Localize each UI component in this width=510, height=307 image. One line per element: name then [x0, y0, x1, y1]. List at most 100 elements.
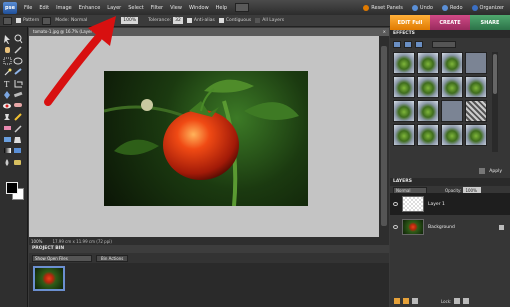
effect-thumbnail[interactable] — [393, 76, 415, 98]
zoom-tool-icon[interactable] — [14, 34, 23, 44]
spot-healing-tool-icon[interactable] — [14, 103, 22, 107]
effect-thumbnail[interactable] — [393, 124, 415, 146]
effect-thumbnail[interactable] — [417, 52, 439, 74]
clone-stamp-tool-icon[interactable] — [4, 114, 10, 120]
menu-help[interactable]: Help — [216, 5, 227, 11]
tolerance-label: Tolerance: — [148, 18, 172, 23]
layer-styles-icon[interactable] — [404, 40, 412, 48]
menu-view[interactable]: View — [170, 5, 182, 11]
app-logo[interactable]: pse — [3, 1, 17, 14]
type-tool-icon[interactable]: T — [4, 80, 10, 89]
menu-file[interactable]: File — [24, 5, 32, 11]
paint-bucket-tool-icon[interactable] — [14, 137, 21, 143]
layer-name: Background — [428, 224, 455, 230]
reset-icon — [363, 4, 370, 11]
eyedropper-tool-icon[interactable] — [14, 46, 22, 54]
apply-button[interactable]: Apply — [489, 169, 502, 174]
sponge-tool-icon[interactable] — [14, 160, 21, 165]
lasso-tool-icon[interactable] — [13, 57, 23, 65]
layer-row[interactable]: Background — [390, 216, 510, 238]
undo-button[interactable]: Undo — [411, 4, 433, 11]
zoom-level[interactable]: 100% — [31, 239, 42, 244]
effect-thumbnail[interactable] — [393, 100, 415, 122]
open-file-thumbnail[interactable] — [33, 266, 65, 291]
pattern-checkbox[interactable] — [16, 18, 21, 23]
svg-text:T: T — [4, 80, 10, 89]
menu-window[interactable]: Window — [189, 5, 209, 11]
cookie-cutter-tool-icon[interactable] — [4, 91, 10, 99]
effect-thumbnail[interactable] — [393, 52, 415, 74]
red-eye-tool-icon[interactable] — [3, 103, 11, 109]
hand-tool-icon[interactable] — [5, 47, 10, 53]
new-layer-icon[interactable] — [394, 298, 400, 304]
layer-row[interactable]: Layer 1 — [390, 193, 510, 215]
all-layers-label: All Layers — [262, 18, 285, 23]
effect-options-icon[interactable] — [479, 168, 486, 174]
tab-edit[interactable]: EDIT Full — [390, 15, 430, 30]
photo-effects-icon[interactable] — [415, 40, 423, 48]
tolerance-field[interactable]: 32 — [173, 17, 183, 24]
project-bin-toolbar: Show Open Files Bin Actions — [29, 253, 389, 263]
smart-brush-tool-icon[interactable] — [4, 137, 11, 142]
effect-thumbnail[interactable] — [417, 124, 439, 146]
tools-svg: T — [3, 34, 23, 166]
reset-panels-button[interactable]: Reset Panels — [363, 4, 403, 11]
visibility-eye-icon[interactable] — [393, 225, 398, 229]
effect-thumbnail[interactable] — [441, 124, 463, 146]
new-adjustment-layer-icon[interactable] — [403, 298, 409, 304]
project-bin-title: PROJECT BIN — [29, 245, 389, 253]
gradient-tool-icon[interactable] — [4, 148, 11, 153]
tab-share[interactable]: SHARE — [470, 15, 510, 30]
effect-thumbnail[interactable] — [465, 76, 487, 98]
blur-tool-icon[interactable] — [5, 159, 9, 166]
lock-transparent-icon[interactable] — [454, 298, 461, 304]
crop-tool-icon[interactable] — [14, 80, 23, 88]
effects-scrollbar[interactable] — [492, 52, 498, 152]
tool-preset-picker[interactable] — [3, 16, 12, 25]
shape-tool-icon[interactable] — [14, 148, 21, 153]
effect-thumbnail[interactable] — [417, 76, 439, 98]
brush-tool-icon[interactable] — [14, 125, 22, 133]
effect-thumbnail[interactable] — [441, 52, 463, 74]
canvas-vertical-scrollbar[interactable] — [379, 36, 389, 237]
contiguous-checkbox[interactable] — [218, 18, 224, 23]
close-icon[interactable]: × — [383, 28, 386, 36]
lock-icon — [499, 224, 504, 230]
eraser-tool-icon[interactable] — [4, 126, 11, 130]
effect-thumbnail[interactable] — [441, 100, 463, 122]
pencil-tool-icon[interactable] — [14, 113, 22, 121]
menu-filter[interactable]: Filter — [151, 5, 163, 11]
effects-category-select[interactable] — [432, 40, 456, 48]
mode-tabs: EDIT Full CREATE SHARE — [390, 15, 510, 30]
move-tool-icon[interactable] — [4, 35, 10, 44]
document-image[interactable] — [104, 71, 308, 206]
layers-footer: Lock: — [390, 296, 510, 306]
menu-select[interactable]: Select — [128, 5, 143, 11]
show-files-select[interactable]: Show Open Files — [32, 254, 92, 262]
tab-create[interactable]: CREATE — [430, 15, 470, 30]
foreground-color-swatch[interactable] — [6, 182, 18, 194]
organizer-button[interactable]: Organizer — [471, 4, 504, 11]
straighten-tool-icon[interactable] — [13, 91, 23, 98]
effects-toolbar — [390, 39, 510, 49]
delete-layer-icon[interactable] — [412, 298, 418, 304]
effect-thumbnail[interactable] — [465, 100, 487, 122]
effect-thumbnail[interactable] — [465, 124, 487, 146]
redo-button[interactable]: Redo — [441, 4, 463, 11]
scrollbar-thumb[interactable] — [493, 54, 497, 94]
all-layers-checkbox[interactable] — [255, 18, 261, 23]
effect-thumbnail[interactable] — [441, 76, 463, 98]
effect-thumbnail[interactable] — [465, 52, 487, 74]
marquee-tool-icon[interactable] — [3, 57, 12, 65]
filters-icon[interactable] — [393, 40, 401, 48]
bin-actions-button[interactable]: Bin Actions — [96, 254, 129, 262]
effect-thumbnail[interactable] — [417, 100, 439, 122]
lock-all-icon[interactable] — [463, 298, 470, 304]
magic-wand-tool-icon[interactable] — [4, 68, 12, 76]
scrollbar-thumb[interactable] — [381, 46, 387, 226]
status-bar: 100% 17.99 cm x 11.99 cm (72 ppi) — [29, 237, 389, 245]
quick-selection-tool-icon[interactable] — [14, 68, 22, 75]
visibility-eye-icon[interactable] — [393, 202, 398, 206]
anti-alias-checkbox[interactable] — [186, 18, 192, 23]
arrange-button[interactable] — [235, 3, 250, 12]
